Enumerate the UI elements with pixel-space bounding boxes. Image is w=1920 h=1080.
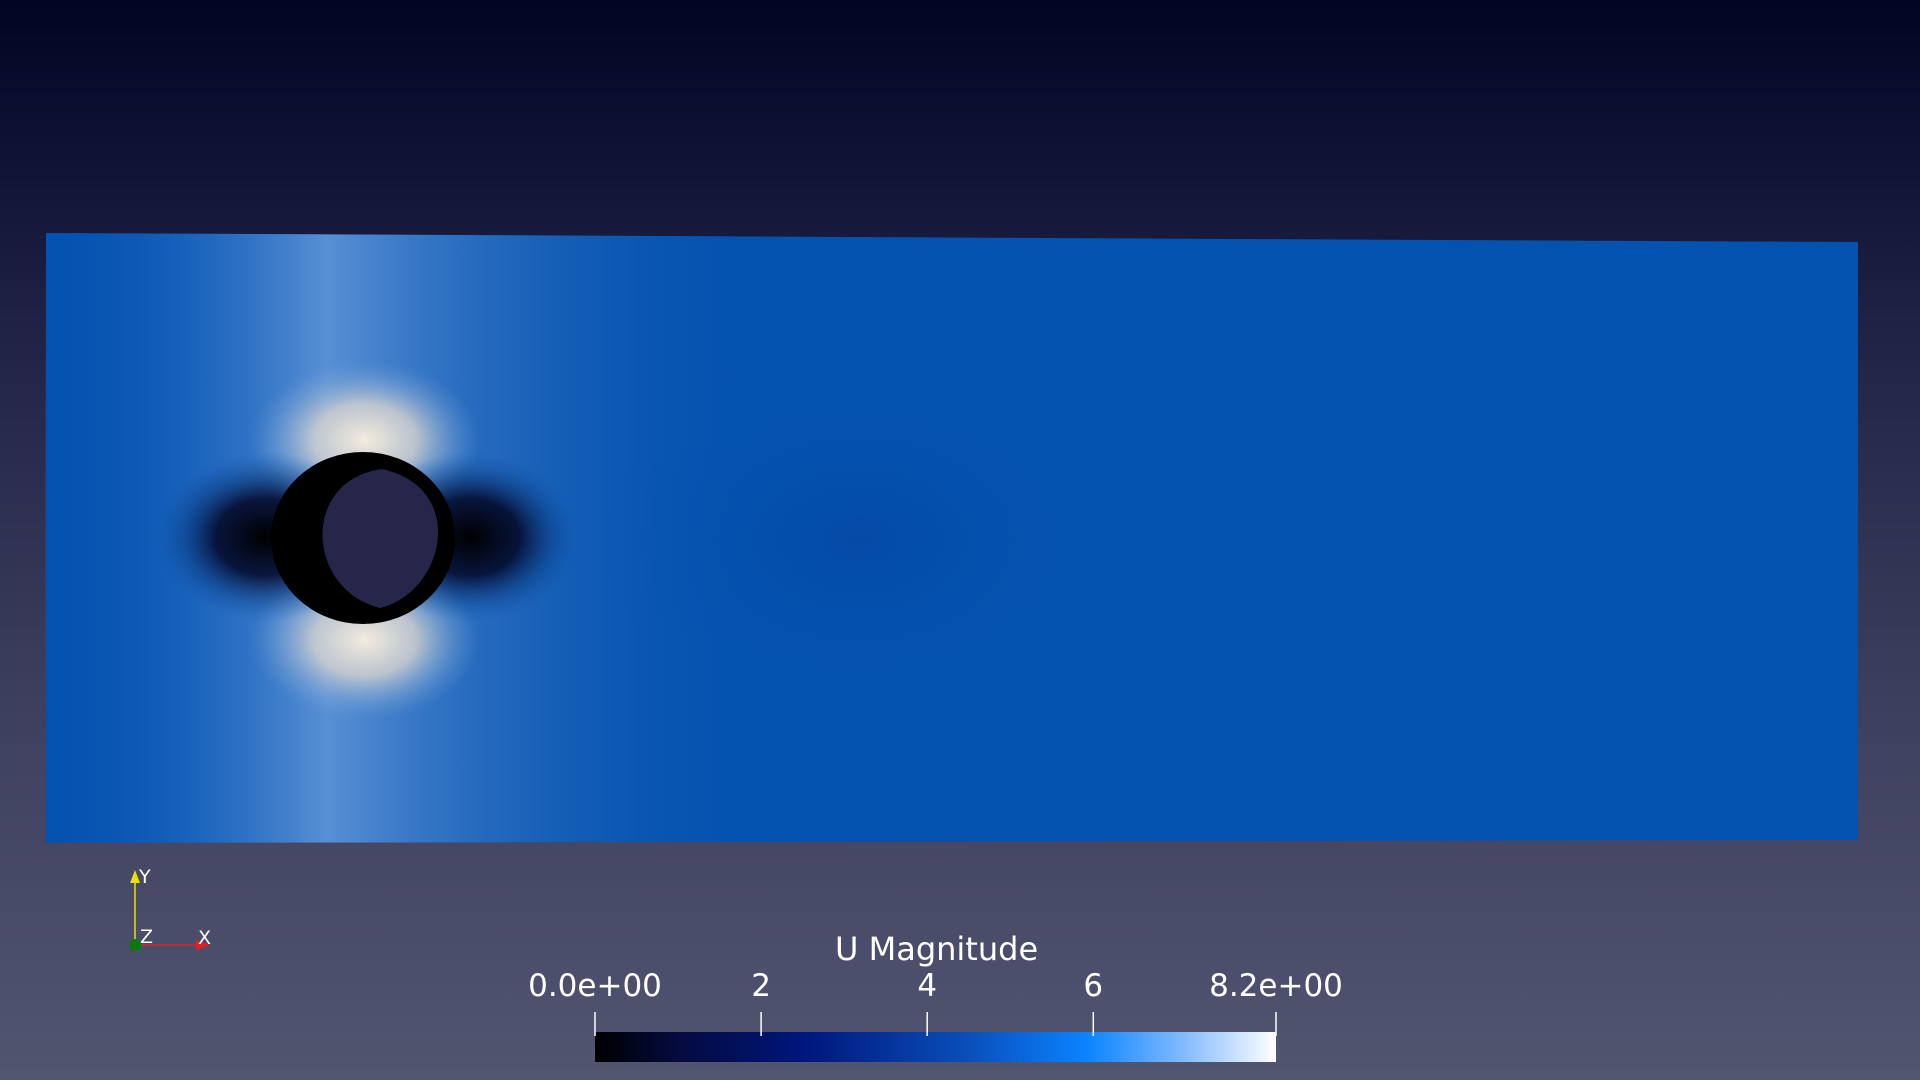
z-axis-label: Z <box>140 926 154 948</box>
render-viewport[interactable] <box>0 0 1920 1080</box>
legend-tick-label: 0.0e+00 <box>528 968 662 1004</box>
x-axis-label: X <box>198 927 212 949</box>
legend-tick-label: 2 <box>751 968 771 1004</box>
colormap-bar <box>595 1032 1276 1062</box>
wake-region <box>600 370 1120 710</box>
y-axis-label: Y <box>139 866 151 888</box>
legend-tick-label: 6 <box>1083 968 1104 1004</box>
color-legend[interactable] <box>594 1012 1277 1062</box>
legend-tick-label: 8.2e+00 <box>1209 968 1343 1004</box>
flow-domain[interactable] <box>45 233 1858 845</box>
legend-title: U Magnitude <box>835 930 1039 968</box>
legend-tick-label: 4 <box>917 968 938 1004</box>
